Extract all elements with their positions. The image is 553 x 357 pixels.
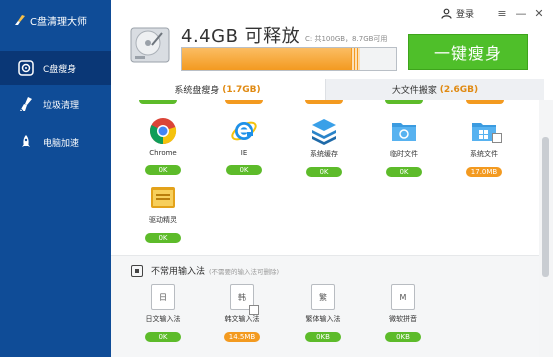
close-icon: ✕: [534, 6, 544, 20]
clean-item-system-cache[interactable]: 系统缓存 0K: [299, 117, 349, 178]
ime-item-traditional[interactable]: 繁 繁体输入法 0KB: [298, 284, 348, 343]
partial-badge: [225, 100, 263, 104]
ime-section-hint: (不需要的输入法可删除): [209, 267, 280, 276]
tab-label: 系统盘瘦身: [174, 86, 220, 96]
app-title: C盘清理大师: [14, 11, 87, 29]
ime-item-korean[interactable]: 韩 韩文输入法 14.5MB: [217, 284, 267, 343]
free-space-label: 4.4GB 可释放: [181, 26, 301, 47]
partial-badge: [385, 100, 423, 104]
hard-disk-icon: [129, 25, 171, 65]
clean-item-system-files[interactable]: 系统文件 17.0MB: [459, 117, 509, 178]
cache-stack-icon: [310, 117, 338, 145]
size-badge: 14.5MB: [224, 332, 260, 342]
sidebar-item-junk-clean[interactable]: 垃圾清理: [0, 87, 111, 121]
one-click-slim-button[interactable]: 一键瘦身: [408, 34, 528, 70]
user-icon: [441, 8, 452, 19]
app-window: C盘清理大师 C盘瘦身 垃圾清理 电脑加速 登录 ≡ — ✕ 4.4GB 可释放…: [0, 0, 553, 357]
ime-traditional-icon: 繁: [311, 284, 335, 310]
sidebar-item-c-slim[interactable]: C盘瘦身: [0, 51, 111, 85]
tab-big-file-move[interactable]: 大文件搬家 (2.6GB): [325, 79, 544, 100]
ime-ms-pinyin-icon: M: [391, 284, 415, 310]
ime-item-japanese[interactable]: 日 日文输入法 0K: [138, 284, 188, 343]
disk-capacity-label: C: 共100GB，8.7GB可用: [305, 35, 388, 43]
tab-size: (1.7GB): [222, 84, 261, 95]
item-label: 临时文件: [390, 150, 418, 158]
ime-item-ms-pinyin[interactable]: M 微软拼音 0KB: [378, 284, 428, 343]
partial-badge: [466, 100, 504, 104]
item-label: 驱动精灵: [149, 216, 177, 224]
size-badge: 0KB: [305, 332, 341, 342]
tab-size: (2.6GB): [439, 84, 479, 95]
minimize-icon: —: [515, 6, 527, 20]
disk-slim-icon: [18, 60, 34, 76]
ime-glyph: 韩: [238, 292, 246, 302]
temp-folder-icon: [390, 117, 418, 145]
item-label: 繁体输入法: [305, 315, 341, 323]
login-button[interactable]: 登录: [441, 7, 474, 20]
system-folder-icon: [470, 117, 502, 145]
item-checkbox[interactable]: [249, 305, 259, 315]
app-title-text: C盘清理大师: [30, 16, 87, 28]
size-badge: 0KB: [385, 332, 421, 342]
item-label: 日文输入法: [145, 315, 181, 323]
broom-logo-icon: [14, 14, 26, 26]
login-label: 登录: [456, 10, 475, 20]
menu-button[interactable]: ≡: [495, 6, 509, 20]
title-bar: 登录 ≡ — ✕: [111, 0, 553, 30]
clean-item-driver-genius[interactable]: 驱动精灵 0K: [138, 183, 188, 244]
close-button[interactable]: ✕: [532, 6, 546, 20]
tab-system-slim[interactable]: 系统盘瘦身 (1.7GB): [111, 79, 324, 100]
partial-badge: [139, 100, 177, 104]
size-badge: 0K: [226, 165, 262, 175]
ime-section-title: 不常用输入法: [151, 267, 206, 277]
content-scrollbar[interactable]: [539, 100, 553, 357]
size-badge: 0K: [145, 233, 181, 243]
size-badge: 0K: [306, 167, 342, 177]
menu-icon: ≡: [497, 6, 507, 20]
ime-section: 不常用输入法 (不需要的输入法可删除) 日 日文输入法 0K 韩 韩文输入法 1…: [111, 255, 539, 357]
ime-section-header: 不常用输入法 (不需要的输入法可删除): [131, 264, 279, 277]
chrome-icon: [149, 117, 177, 145]
disk-usage-free-segment: [351, 48, 360, 70]
item-label: 系统缓存: [310, 150, 338, 158]
clean-item-temp-files[interactable]: 临时文件 0K: [379, 117, 429, 178]
size-badge: 17.0MB: [466, 167, 502, 177]
item-label: Chrome: [149, 149, 177, 157]
sidebar-item-speedup[interactable]: 电脑加速: [0, 125, 111, 159]
ie-icon: [230, 117, 258, 145]
disk-usage-bar: [181, 47, 397, 71]
ime-japanese-icon: 日: [151, 284, 175, 310]
size-badge: 0K: [386, 167, 422, 177]
broom-icon: [18, 96, 34, 112]
item-label: 微软拼音: [389, 315, 417, 323]
sidebar-item-label: 垃圾清理: [43, 100, 80, 111]
keyboard-section-icon: [131, 264, 143, 277]
tab-label: 大文件搬家: [391, 86, 437, 96]
item-label: IE: [240, 149, 248, 157]
minimize-button[interactable]: —: [514, 6, 528, 20]
partial-badge: [305, 100, 343, 104]
content-area: Chrome 0K IE 0K 系统缓存 0K 临时文件 0K 系统文件 17.…: [111, 100, 539, 357]
clean-item-chrome[interactable]: Chrome 0K: [138, 117, 188, 176]
driver-folder-icon: [149, 183, 177, 211]
sidebar: C盘清理大师 C盘瘦身 垃圾清理 电脑加速: [0, 0, 111, 357]
sidebar-item-label: 电脑加速: [43, 138, 80, 149]
sidebar-item-label: C盘瘦身: [43, 64, 77, 75]
scrollbar-thumb[interactable]: [542, 137, 549, 277]
item-checkbox[interactable]: [492, 133, 502, 143]
size-badge: 0K: [145, 332, 181, 342]
ime-korean-icon: 韩: [230, 284, 259, 315]
rocket-icon: [18, 134, 34, 150]
size-badge: 0K: [145, 165, 181, 175]
item-label: 韩文输入法: [224, 315, 260, 323]
clean-item-ie[interactable]: IE 0K: [219, 117, 269, 176]
item-label: 系统文件: [470, 150, 498, 158]
disk-usage-fill: [182, 48, 351, 70]
